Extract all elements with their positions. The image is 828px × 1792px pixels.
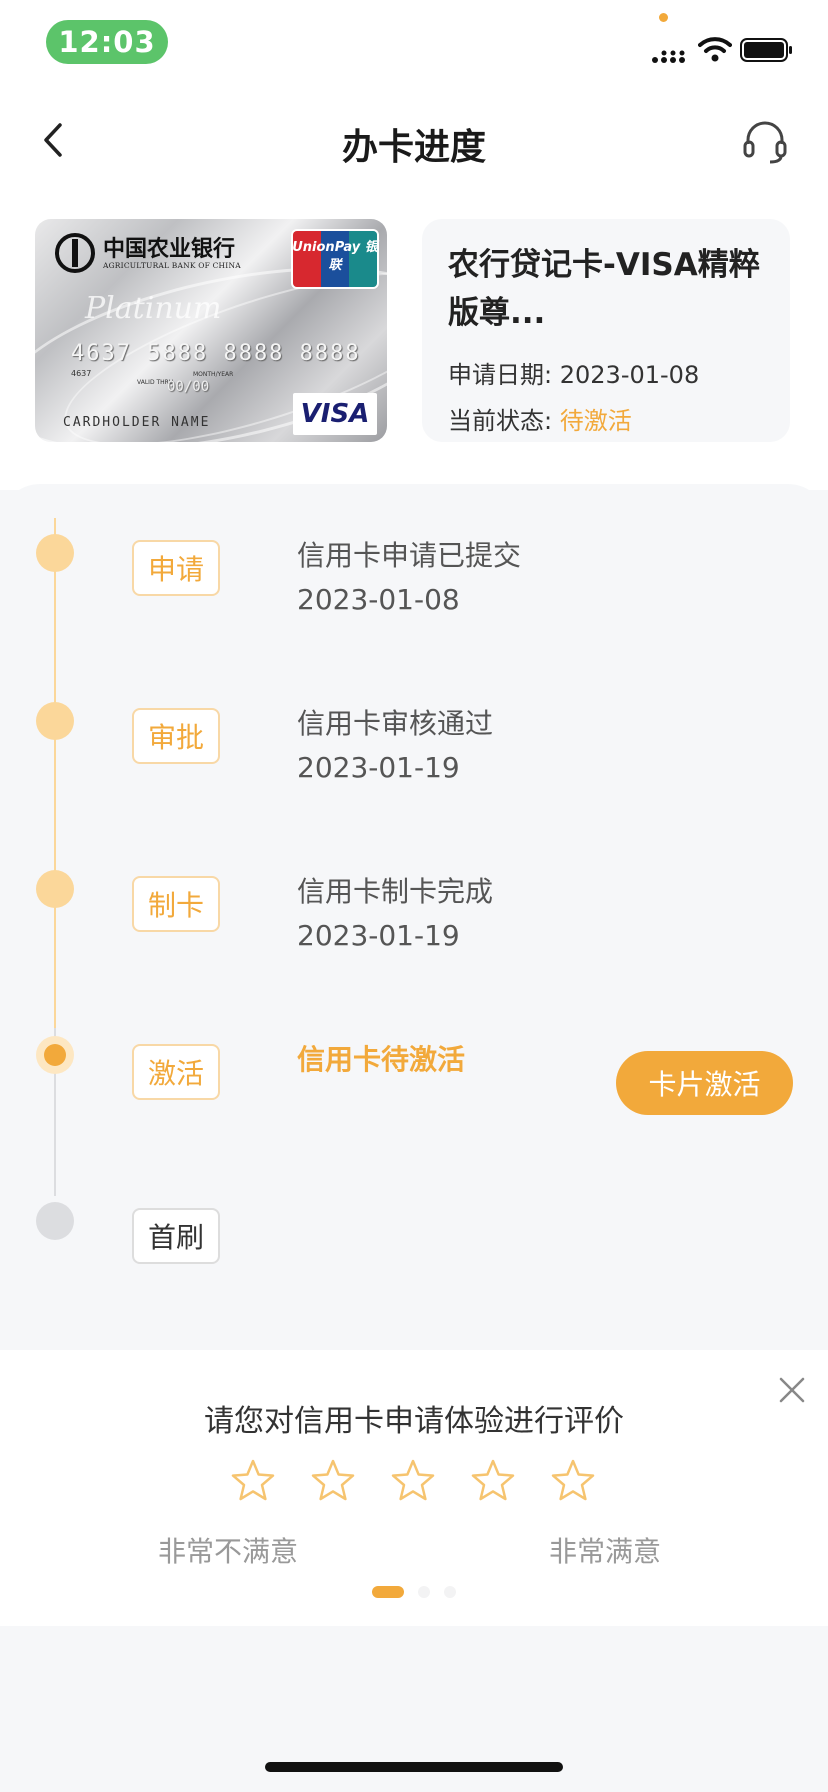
status-time: 12:03: [46, 20, 168, 64]
home-indicator[interactable]: [265, 1762, 563, 1772]
star-icon[interactable]: [550, 1458, 596, 1504]
apply-date-line: 申请日期: 2023-01-08: [448, 355, 699, 390]
progress-timeline: 申请 信用卡申请已提交 2023-01-08 审批 信用卡审核通过 2023-0…: [0, 484, 828, 1350]
month-year-label: MONTH/YEAR: [193, 371, 234, 378]
star-icon[interactable]: [470, 1458, 516, 1504]
status-bar: 12:03: [0, 0, 828, 80]
timeline-tag-make: 制卡: [132, 876, 220, 932]
timeline-text-activate: 信用卡待激活: [297, 1043, 466, 1076]
unionpay-text: UnionPay 银联: [292, 240, 378, 273]
timeline-tag-first-use: 首刷: [132, 1208, 220, 1264]
rating-title: 请您对信用卡申请体验进行评价: [204, 1404, 624, 1439]
activate-card-button[interactable]: 卡片激活: [616, 1051, 793, 1115]
star-icon[interactable]: [310, 1458, 356, 1504]
rating-panel: 请您对信用卡申请体验进行评价 非常不满意 非常满意: [0, 1350, 828, 1626]
card-small-number: 4637: [71, 369, 92, 378]
apply-date-value: 2023-01-08: [559, 361, 700, 389]
star-icon[interactable]: [230, 1458, 276, 1504]
current-status-value: 待激活: [559, 407, 632, 435]
card-summary: 中国农业银行 AGRICULTURAL BANK OF CHINA UnionP…: [0, 200, 828, 490]
wifi-icon: [698, 37, 732, 62]
timeline-date-approve: 2023-01-19: [297, 751, 460, 784]
pager-dot: [418, 1586, 430, 1598]
pager-dots: [372, 1586, 456, 1598]
timeline-dot-apply: [36, 534, 74, 572]
card-info-box: 农行贷记卡-VISA精粹版尊... 申请日期: 2023-01-08 当前状态:…: [422, 219, 790, 442]
current-status-line: 当前状态: 待激活: [448, 401, 632, 436]
cellular-signal-icon: [652, 50, 685, 63]
timeline-text-approve: 信用卡审核通过: [297, 707, 494, 740]
cardholder-name: CARDHOLDER NAME: [63, 415, 211, 430]
credit-card-image: 中国农业银行 AGRICULTURAL BANK OF CHINA UnionP…: [35, 219, 387, 442]
star-rating: [230, 1458, 596, 1504]
bank-name-cn: 中国农业银行: [103, 236, 236, 262]
timeline-line-done: [54, 518, 56, 1028]
page-title: 办卡进度: [341, 127, 486, 168]
timeline-tag-apply: 申请: [132, 540, 220, 596]
card-number: 4637 5888 8888 8888: [71, 341, 361, 366]
timeline-dot-approve: [36, 702, 74, 740]
rating-low-label: 非常不满意: [158, 1535, 299, 1568]
timeline-step-apply: 信用卡申请已提交 2023-01-08: [297, 534, 521, 622]
abc-bank-logo-icon: [55, 233, 95, 273]
timeline-dot-activate: [36, 1036, 74, 1074]
timeline-tag-approve: 审批: [132, 708, 220, 764]
current-status-label: 当前状态:: [448, 407, 553, 435]
privacy-indicator-dot: [659, 13, 668, 22]
timeline-dot-first-use: [36, 1202, 74, 1240]
apply-date-label: 申请日期:: [448, 361, 553, 389]
pager-dot-active: [372, 1586, 404, 1598]
nav-bar: 办卡进度: [0, 80, 828, 200]
pager-dot: [444, 1586, 456, 1598]
rating-high-label: 非常满意: [549, 1535, 662, 1568]
bank-name-en: AGRICULTURAL BANK OF CHINA: [103, 261, 241, 270]
timeline-text-make: 信用卡制卡完成: [297, 875, 494, 908]
platinum-label: Platinum: [85, 291, 222, 326]
timeline-tag-activate: 激活: [132, 1044, 220, 1100]
timeline-dot-make: [36, 870, 74, 908]
card-product-title: 农行贷记卡-VISA精粹版尊...: [448, 247, 760, 331]
battery-icon: [740, 38, 792, 62]
timeline-text-apply: 信用卡申请已提交: [297, 539, 522, 572]
timeline-step-make: 信用卡制卡完成 2023-01-19: [297, 870, 493, 958]
timeline-date-make: 2023-01-19: [297, 919, 460, 952]
visa-logo: VISA: [293, 393, 377, 435]
customer-service-headset-icon[interactable]: [740, 116, 790, 166]
timeline-date-apply: 2023-01-08: [297, 583, 460, 616]
card-valid-date: 00/00: [167, 379, 210, 395]
timeline-step-approve: 信用卡审核通过 2023-01-19: [297, 702, 493, 790]
star-icon[interactable]: [390, 1458, 436, 1504]
